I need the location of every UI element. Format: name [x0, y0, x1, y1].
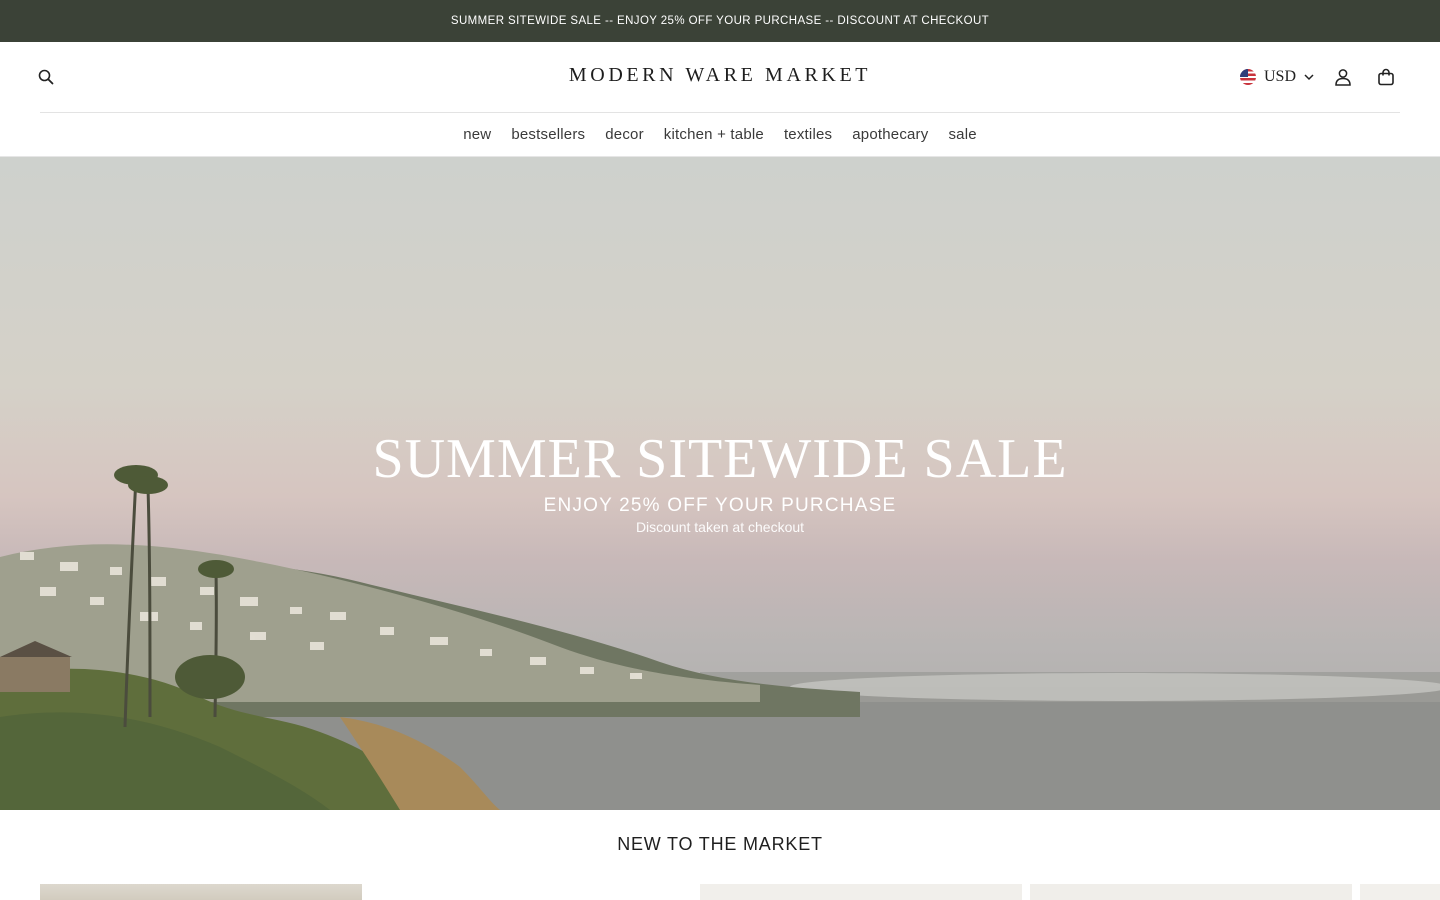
product-card[interactable]: [1030, 884, 1352, 900]
product-card[interactable]: [370, 884, 692, 900]
product-card[interactable]: [40, 884, 362, 900]
nav-item-kitchen-table[interactable]: kitchen + table: [664, 126, 764, 143]
nav-item-sale[interactable]: sale: [948, 126, 976, 143]
nav-item-bestsellers[interactable]: bestsellers: [511, 126, 585, 143]
hero-subtitle: ENJOY 25% OFF YOUR PURCHASE: [543, 495, 897, 516]
chevron-down-icon: [1304, 74, 1314, 81]
hero-title: SUMMER SITEWIDE SALE: [372, 428, 1068, 490]
hero-text: SUMMER SITEWIDE SALE ENJOY 25% OFF YOUR …: [0, 427, 1440, 535]
currency-selector[interactable]: USD: [1240, 66, 1314, 88]
hero-banner[interactable]: SUMMER SITEWIDE SALE ENJOY 25% OFF YOUR …: [0, 157, 1440, 810]
account-button[interactable]: [1332, 66, 1354, 88]
main-nav: new bestsellers decor kitchen + table te…: [0, 113, 1440, 156]
user-icon: [1335, 69, 1351, 86]
announcement-bar: SUMMER SITEWIDE SALE -- ENJOY 25% OFF YO…: [0, 0, 1440, 42]
nav-item-decor[interactable]: decor: [605, 126, 644, 143]
site-logo[interactable]: MODERN WARE MARKET: [0, 64, 1440, 87]
shopping-bag-icon: [1378, 68, 1394, 86]
hero-note: Discount taken at checkout: [635, 519, 805, 535]
new-to-market-heading: NEW TO THE MARKET: [617, 834, 823, 854]
announcement-text: SUMMER SITEWIDE SALE -- ENJOY 25% OFF YO…: [450, 15, 990, 27]
cart-button[interactable]: [1375, 66, 1397, 88]
currency-label: USD: [1264, 68, 1297, 85]
nav-item-textiles[interactable]: textiles: [784, 126, 832, 143]
nav-item-apothecary[interactable]: apothecary: [852, 126, 928, 143]
product-card[interactable]: [700, 884, 1022, 900]
nav-item-new[interactable]: new: [463, 126, 491, 143]
site-header: MODERN WARE MARKET USD: [0, 42, 1440, 112]
us-flag-icon: [1240, 69, 1256, 85]
product-card[interactable]: [1360, 884, 1440, 900]
